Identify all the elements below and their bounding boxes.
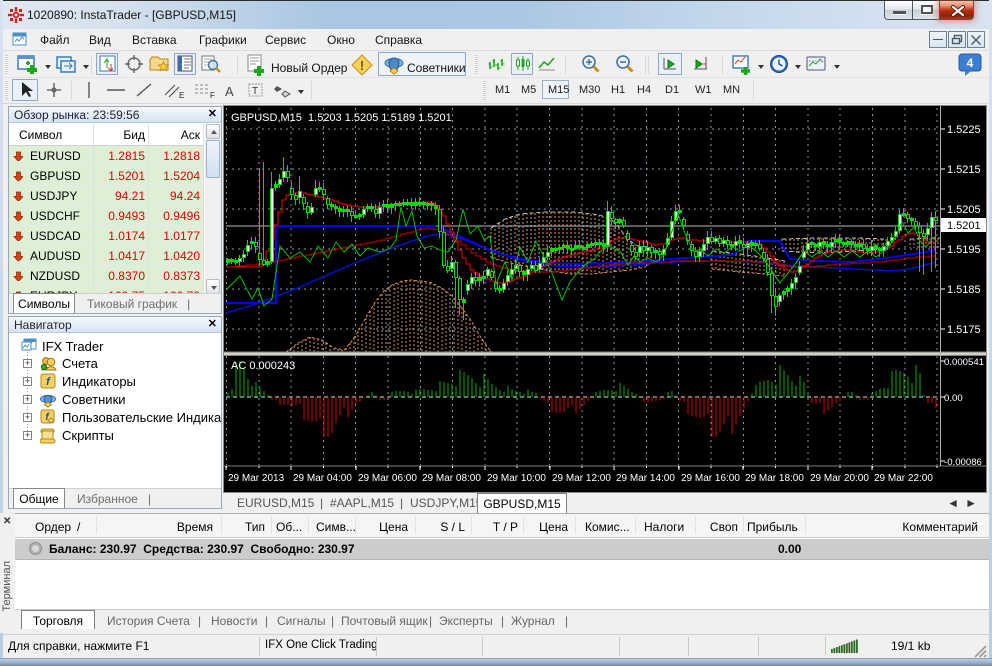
svg-text:1.5215: 1.5215 [947,164,981,176]
svg-text:29 Mar 08:00: 29 Mar 08:00 [422,473,481,484]
svg-text:29 Mar 12:00: 29 Mar 12:00 [552,473,611,484]
svg-text:1.5205: 1.5205 [947,204,981,216]
svg-text:29 Mar 22:00: 29 Mar 22:00 [874,473,933,484]
svg-text:1.5175: 1.5175 [947,324,981,336]
svg-text:1.5225: 1.5225 [947,124,981,136]
svg-text:AC 0.000243: AC 0.000243 [231,360,295,372]
svg-text:E: E [179,91,184,99]
svg-text:1.5185: 1.5185 [947,284,981,296]
svg-text:1.5201: 1.5201 [947,220,981,232]
svg-text:4: 4 [967,56,974,70]
svg-text:0.00: 0.00 [944,393,963,404]
svg-text:29 Mar 16:00: 29 Mar 16:00 [681,473,740,484]
svg-text:T: T [252,86,258,97]
svg-text:!: ! [360,58,364,73]
svg-text:1.5195: 1.5195 [947,244,981,256]
svg-text:29 Mar 10:00: 29 Mar 10:00 [487,473,546,484]
svg-text:29 Mar 18:00: 29 Mar 18:00 [745,473,804,484]
svg-text:29 Mar 04:00: 29 Mar 04:00 [293,473,352,484]
svg-text:F: F [210,91,215,99]
svg-text:29 Mar 06:00: 29 Mar 06:00 [358,473,417,484]
svg-text:29 Mar 2013: 29 Mar 2013 [228,473,285,484]
svg-text:-0.00086: -0.00086 [944,457,982,468]
svg-text:GBPUSD,M15 1.5203 1.5205 1.51: GBPUSD,M15 1.5203 1.5205 1.5189 1.5201 [231,112,452,124]
svg-text:29 Mar 14:00: 29 Mar 14:00 [616,473,675,484]
svg-text:29 Mar 20:00: 29 Mar 20:00 [810,473,869,484]
svg-text:0.000541: 0.000541 [944,357,984,368]
